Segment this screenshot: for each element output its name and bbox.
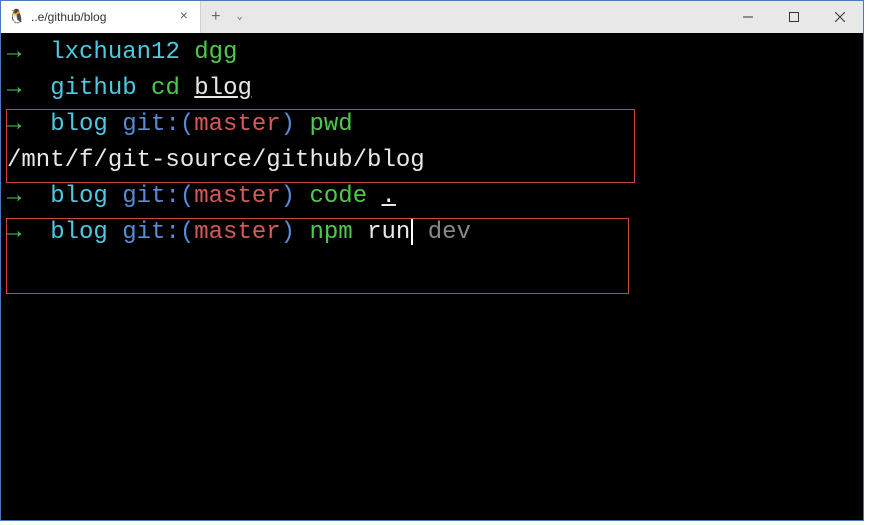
prompt-arrow: → [7,75,21,102]
command: cd [151,75,180,102]
terminal-output: /mnt/f/git-source/github/blog [7,143,857,179]
git-branch: master [194,219,280,246]
command: npm [309,219,352,246]
git-branch: master [194,183,280,210]
command: dgg [194,39,237,66]
command-arg: blog [194,75,252,102]
git-label: git:( [122,111,194,138]
terminal-window: 🐧 ..e/github/blog × + ⌄ → lxchuan12 dgg … [0,0,864,521]
new-tab-button[interactable]: + [201,8,231,26]
linux-icon: 🐧 [9,9,25,25]
tab-title: ..e/github/blog [31,10,170,24]
prompt-arrow: → [7,39,21,66]
git-label-end: ) [281,111,295,138]
minimize-button[interactable] [725,1,771,33]
terminal-line: → github cd blog [7,71,857,107]
window-controls [725,1,863,33]
terminal-line: → blog git:(master) code . [7,179,857,215]
git-label: git:( [122,183,194,210]
prompt-arrow: → [7,183,21,210]
maximize-button[interactable] [771,1,817,33]
output-text: /mnt/f/git-source/github/blog [7,147,425,174]
git-branch: master [194,111,280,138]
git-label-end: ) [281,183,295,210]
terminal-line: → lxchuan12 dgg [7,35,857,71]
prompt-arrow: → [7,111,21,138]
terminal-content[interactable]: → lxchuan12 dgg → github cd blog → blog … [1,33,863,253]
terminal-line: → blog git:(master) npm run dev [7,215,857,251]
prompt-dir: blog [50,183,108,210]
prompt-arrow: → [7,219,21,246]
command-arg: run [367,219,410,246]
command-arg: . [382,183,396,210]
command: pwd [309,111,352,138]
prompt-dir: lxchuan12 [50,39,180,66]
prompt-dir: github [50,75,136,102]
terminal-line: → blog git:(master) pwd [7,107,857,143]
autosuggestion: dev [413,219,471,246]
prompt-dir: blog [50,219,108,246]
prompt-dir: blog [50,111,108,138]
terminal-tab[interactable]: 🐧 ..e/github/blog × [1,1,201,33]
command: code [309,183,367,210]
git-label: git:( [122,219,194,246]
close-button[interactable] [817,1,863,33]
tab-dropdown-button[interactable]: ⌄ [231,11,249,23]
titlebar: 🐧 ..e/github/blog × + ⌄ [1,1,863,33]
tab-close-button[interactable]: × [176,9,192,25]
git-label-end: ) [281,219,295,246]
